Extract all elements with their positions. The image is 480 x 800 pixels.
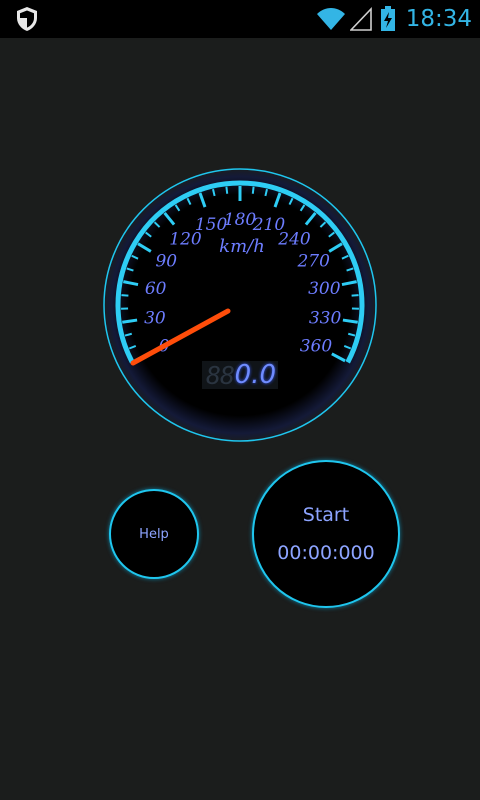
status-time: 18:34	[405, 6, 472, 32]
minor-tick	[251, 186, 255, 194]
speedometer-dial: 0306090120150180210240270300330360 km/h	[102, 167, 378, 443]
scale-label: 240	[277, 229, 311, 249]
scale-label: 360	[300, 336, 333, 356]
timer-display: 00:00:000	[277, 542, 375, 564]
scale-label: 150	[195, 215, 228, 235]
scale-label: 90	[155, 252, 177, 272]
help-button[interactable]: Help	[109, 489, 199, 579]
start-button[interactable]: Start 00:00:000	[252, 460, 400, 608]
speed-value: 0.0	[234, 360, 276, 390]
speed-unit-label: km/h	[219, 236, 265, 257]
scale-label: 330	[309, 308, 342, 328]
digital-speed-display: 88 0.0	[202, 360, 278, 390]
shield-icon	[14, 6, 40, 32]
minor-tick	[121, 294, 129, 297]
scale-label: 300	[308, 279, 341, 299]
help-button-label: Help	[139, 526, 169, 542]
minor-tick	[351, 294, 359, 297]
speedometer: 0306090120150180210240270300330360 km/h …	[100, 165, 380, 445]
start-button-label: Start	[302, 504, 350, 526]
scale-label: 180	[224, 210, 257, 230]
digit-ghost: 88	[206, 361, 235, 390]
scale-label: 270	[296, 252, 330, 272]
wifi-icon	[316, 7, 346, 31]
signal-icon	[348, 7, 372, 31]
battery-charging-icon	[380, 6, 396, 32]
status-bar: 18:34	[0, 0, 480, 38]
minor-tick	[225, 186, 229, 194]
scale-label: 60	[145, 279, 167, 299]
scale-label: 30	[144, 308, 166, 328]
